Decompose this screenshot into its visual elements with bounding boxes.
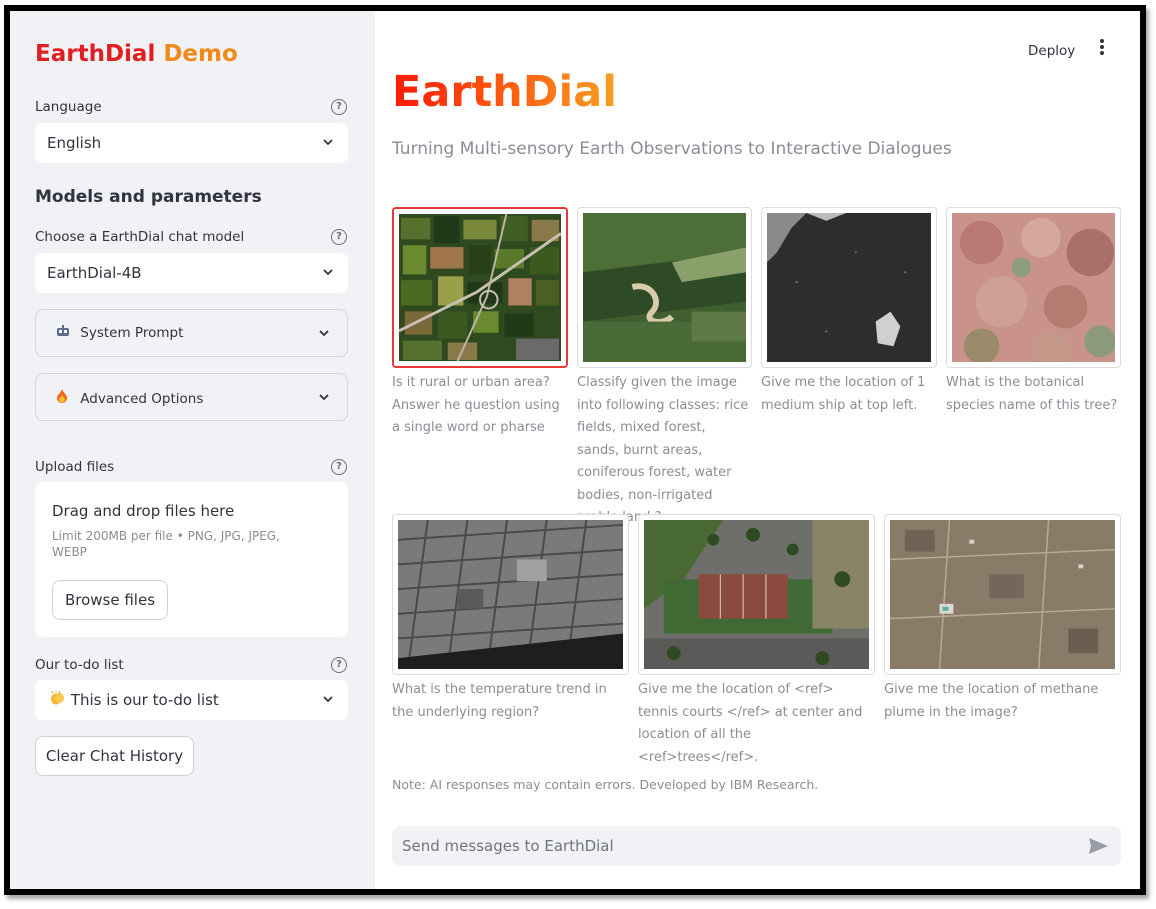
chat-input[interactable]: Send messages to EarthDial — [392, 826, 1121, 866]
model-value: EarthDial-4B — [47, 264, 142, 282]
example-image-tree[interactable] — [946, 207, 1121, 368]
chevron-down-icon — [319, 394, 329, 401]
chat-placeholder: Send messages to EarthDial — [402, 837, 614, 855]
chevron-down-icon — [323, 696, 333, 703]
robot-icon — [56, 325, 72, 341]
clear-chat-history-button[interactable]: Clear Chat History — [35, 736, 194, 776]
example-caption: Give me the location of methane plume in… — [884, 682, 1099, 720]
help-icon[interactable]: ? — [331, 229, 347, 245]
chevron-down-icon — [323, 269, 333, 276]
todo-select[interactable]: This is our to-do list — [35, 680, 348, 720]
help-icon[interactable]: ? — [331, 459, 347, 475]
sidebar-title-demo: Demo — [163, 41, 238, 67]
upload-label: Upload files — [35, 459, 115, 475]
send-icon[interactable] — [1088, 837, 1109, 855]
browse-files-button[interactable]: Browse files — [52, 580, 168, 620]
sidebar-title-brand: EarthDial — [35, 41, 156, 67]
advanced-options-expander[interactable]: Advanced Options — [35, 373, 348, 421]
thumbnail-sar-sea — [767, 213, 931, 362]
sidebar-title: EarthDial Demo — [35, 41, 238, 67]
file-dropzone[interactable]: Drag and drop files here Limit 200MB per… — [35, 482, 348, 637]
language-label: Language — [35, 99, 102, 115]
chevron-down-icon — [323, 139, 333, 146]
fire-icon — [56, 389, 72, 407]
example-image-temperature[interactable] — [392, 514, 629, 675]
chevron-down-icon — [319, 330, 329, 337]
main-panel: Deploy EarthDial Turning Multi-sensory E… — [375, 11, 1140, 889]
example-caption: Classify given the image into following … — [577, 375, 749, 525]
thumbnail-farmland — [399, 214, 561, 361]
example-caption: Is it rural or urban area? Answer he que… — [392, 375, 560, 435]
model-label: Choose a EarthDial chat model — [35, 229, 245, 245]
thumbnail-fields-river — [583, 213, 746, 362]
help-icon[interactable]: ? — [331, 99, 347, 115]
clapping-hands-icon — [50, 690, 66, 709]
example-image-rural-urban[interactable] — [392, 207, 568, 368]
page-title: EarthDial — [392, 67, 617, 117]
example-caption: What is the botanical species name of th… — [946, 375, 1118, 413]
example-image-tennis[interactable] — [638, 514, 875, 675]
models-heading: Models and parameters — [35, 187, 262, 207]
example-image-methane[interactable] — [884, 514, 1121, 675]
example-caption: What is the temperature trend in the und… — [392, 682, 607, 720]
example-image-classify[interactable] — [577, 207, 752, 368]
example-caption: Give me the location of 1 medium ship at… — [761, 375, 926, 413]
language-select[interactable]: English — [35, 123, 348, 163]
thumbnail-tree-canopy — [952, 213, 1115, 362]
app-window: EarthDial Demo Language ? English Models… — [4, 5, 1146, 895]
more-menu-icon[interactable] — [1098, 39, 1106, 59]
example-caption: Give me the location of <ref> tennis cou… — [638, 682, 863, 765]
todo-label: Our to-do list — [35, 657, 124, 673]
model-select[interactable]: EarthDial-4B — [35, 253, 348, 293]
help-icon[interactable]: ? — [331, 657, 347, 673]
dropzone-limit: Limit 200MB per file • PNG, JPG, JPEG, W… — [52, 529, 280, 559]
dropzone-text: Drag and drop files here — [52, 502, 235, 520]
system-prompt-expander[interactable]: System Prompt — [35, 309, 348, 357]
thumbnail-city-grayscale — [398, 520, 623, 669]
language-value: English — [47, 134, 102, 152]
thumbnail-desert-grid — [890, 520, 1115, 669]
deploy-button[interactable]: Deploy — [1028, 43, 1075, 59]
advanced-options-label: Advanced Options — [80, 391, 204, 407]
page-subtitle: Turning Multi-sensory Earth Observations… — [392, 139, 952, 159]
system-prompt-label: System Prompt — [80, 325, 184, 341]
thumbnail-tennis-courts — [644, 520, 869, 669]
sidebar: EarthDial Demo Language ? English Models… — [10, 11, 375, 889]
example-image-ship[interactable] — [761, 207, 937, 368]
disclaimer-note: Note: AI responses may contain errors. D… — [392, 777, 819, 792]
todo-value: This is our to-do list — [70, 691, 219, 709]
